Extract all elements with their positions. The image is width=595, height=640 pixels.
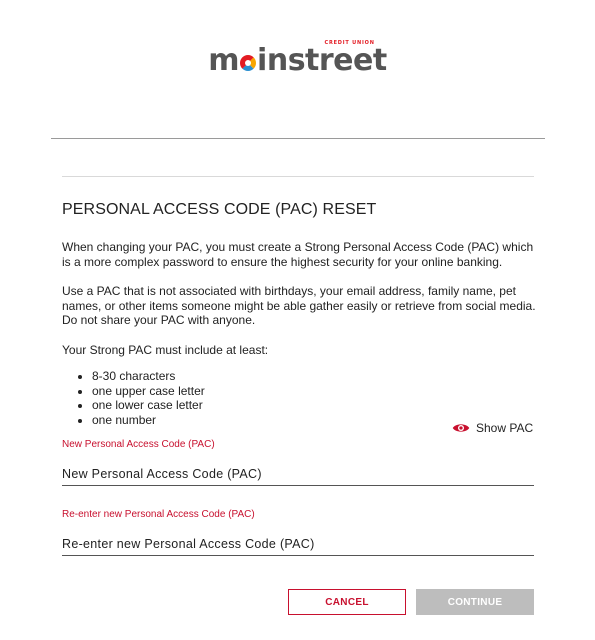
logo-text-start: m xyxy=(208,43,240,78)
logo-tagline: CREDIT UNION xyxy=(324,40,375,46)
content-divider xyxy=(62,176,534,177)
header-divider xyxy=(51,138,545,139)
list-item: one number xyxy=(92,413,205,428)
eye-icon xyxy=(452,424,470,432)
advice-text: Use a PAC that is not associated with bi… xyxy=(62,284,536,327)
confirm-pac-input[interactable] xyxy=(62,533,534,556)
mainstreet-logo: m instreet CREDIT UNION xyxy=(208,41,387,78)
continue-button[interactable]: CONTINUE xyxy=(416,589,534,615)
list-item: one upper case letter xyxy=(92,384,205,399)
requirements-heading: Your Strong PAC must include at least: xyxy=(62,343,269,357)
logo-container: m instreet CREDIT UNION xyxy=(0,41,595,78)
logo-text-end: instreet xyxy=(257,43,387,78)
show-pac-label: Show PAC xyxy=(476,421,534,435)
page-title: PERSONAL ACCESS CODE (PAC) RESET xyxy=(62,201,377,218)
show-pac-toggle[interactable]: Show PAC xyxy=(452,421,533,435)
new-pac-label: New Personal Access Code (PAC) xyxy=(62,439,215,450)
logo-ring-icon xyxy=(240,55,257,71)
new-pac-input[interactable] xyxy=(62,463,534,486)
list-item: one lower case letter xyxy=(92,398,205,413)
list-item: 8-30 characters xyxy=(92,369,205,384)
confirm-pac-label: Re-enter new Personal Access Code (PAC) xyxy=(62,509,255,520)
cancel-button[interactable]: CANCEL xyxy=(288,589,406,615)
intro-text: When changing your PAC, you must create … xyxy=(62,240,534,269)
requirements-list: 8-30 characters one upper case letter on… xyxy=(62,369,205,427)
